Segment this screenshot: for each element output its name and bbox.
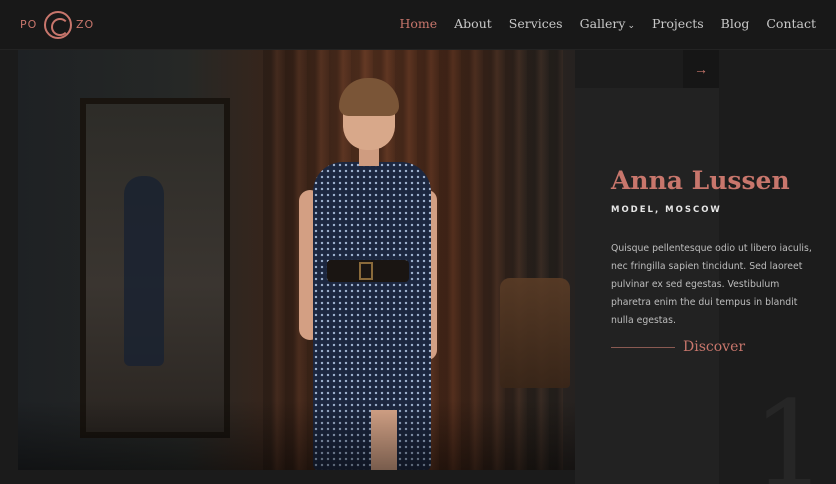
nav-home[interactable]: Home bbox=[399, 16, 437, 31]
model-hair bbox=[339, 78, 399, 116]
logo-text-right: ZO bbox=[76, 18, 95, 31]
discover-label: Discover bbox=[683, 339, 746, 355]
nav-gallery-label: Gallery bbox=[579, 16, 626, 31]
floor-shadow bbox=[18, 400, 575, 470]
nav-gallery[interactable]: Gallery ⌄ bbox=[580, 16, 635, 31]
slide-number: 1 bbox=[752, 375, 828, 484]
hero-name: Anna Lussen bbox=[611, 166, 790, 195]
nav-projects[interactable]: Projects bbox=[652, 16, 704, 31]
hero-photo bbox=[18, 50, 575, 470]
logo-mark-icon bbox=[44, 11, 72, 39]
site-logo[interactable]: PO ZO bbox=[20, 8, 100, 42]
main-nav: Home About Services Gallery ⌄ Projects Bl… bbox=[399, 16, 816, 31]
next-slide-button[interactable]: → bbox=[683, 50, 719, 88]
nav-blog[interactable]: Blog bbox=[721, 16, 750, 31]
discover-link[interactable]: Discover bbox=[611, 339, 745, 355]
site-header: PO ZO Home About Services Gallery ⌄ Proje… bbox=[0, 0, 836, 50]
hero-description: Quisque pellentesque odio ut libero iacu… bbox=[611, 243, 812, 326]
hero-role: MODEL, MOSCOW bbox=[611, 205, 722, 215]
nav-contact[interactable]: Contact bbox=[766, 16, 816, 31]
arrow-right-icon: → bbox=[694, 61, 708, 77]
nav-services[interactable]: Services bbox=[509, 16, 563, 31]
mirror bbox=[80, 98, 230, 438]
discover-line bbox=[611, 346, 675, 348]
nav-about[interactable]: About bbox=[454, 16, 492, 31]
belt-buckle bbox=[359, 262, 373, 280]
chair bbox=[500, 278, 570, 388]
logo-text-left: PO bbox=[20, 18, 38, 31]
mirror-reflection bbox=[124, 176, 164, 366]
chevron-down-icon: ⌄ bbox=[627, 21, 636, 31]
